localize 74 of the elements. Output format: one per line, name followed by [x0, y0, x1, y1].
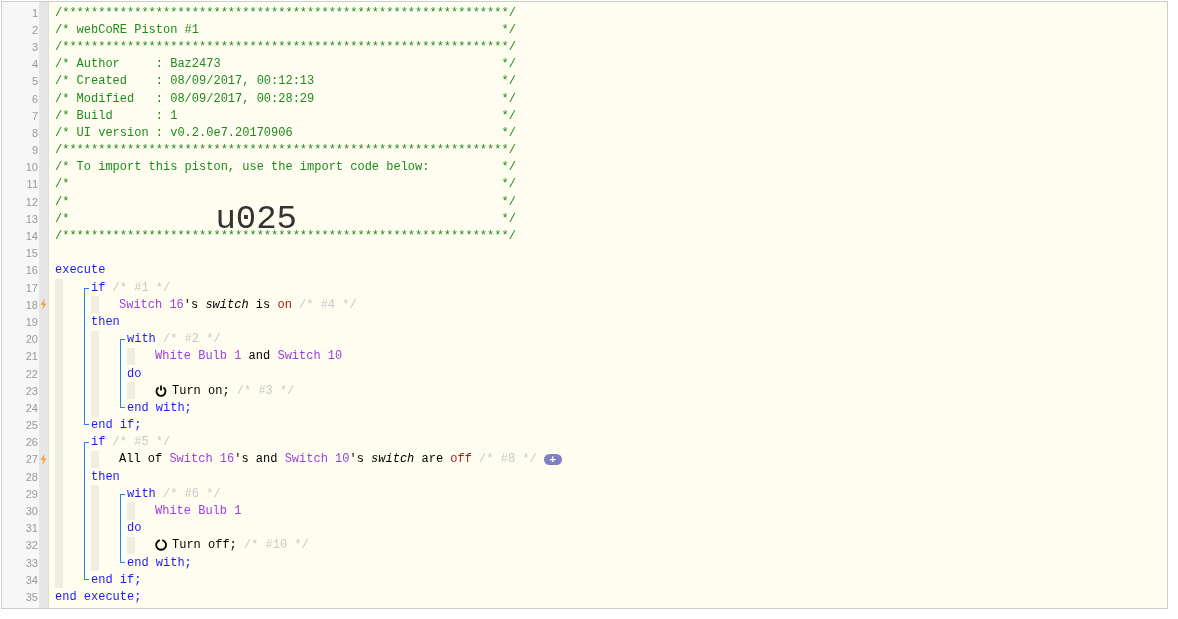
line-number: 17 [24, 281, 38, 294]
line-number: 14 [24, 230, 38, 243]
code-line: end if; [91, 418, 142, 433]
line-number: 35 [24, 590, 38, 603]
code-line: then [91, 469, 120, 484]
line-number: 25 [24, 419, 38, 432]
comment-line: /* [55, 194, 70, 209]
line-number: 29 [24, 487, 38, 500]
line-number: 10 [24, 161, 38, 174]
line-number: 23 [24, 384, 38, 397]
comment-line: /* [55, 211, 70, 226]
code-line: end with; [127, 555, 192, 570]
comment-line: /* Author : Baz2473 [55, 57, 221, 72]
line-number: 21 [24, 350, 38, 363]
line-number: 22 [24, 367, 38, 380]
comment-end: */ [501, 211, 517, 226]
comment-end: */ [501, 160, 517, 175]
code-line: do [127, 521, 142, 536]
comment-line: /**************************************************************/ [55, 5, 516, 20]
line-number: 34 [24, 573, 38, 586]
block-bracket [120, 339, 125, 408]
line-number: 30 [24, 505, 38, 518]
line-number: 5 [30, 75, 38, 88]
comment-end: */ [501, 74, 517, 89]
line-number: 31 [24, 522, 38, 535]
line-number: 6 [30, 92, 38, 105]
code-line: end with; [127, 400, 192, 415]
comment-line: /* UI version : v0.2.0e7.20170906 [55, 125, 293, 140]
line-number: 26 [24, 436, 38, 449]
comment-line: /* Modified : 08/09/2017, 00:28:29 [55, 91, 315, 106]
line-number: 2 [30, 23, 38, 36]
line-number: 15 [24, 247, 38, 260]
line-number: 8 [30, 126, 38, 139]
comment-end: */ [501, 177, 517, 192]
line-number: 20 [24, 333, 38, 346]
code-line: do [127, 366, 142, 381]
comment-line: /**************************************************************/ [55, 143, 516, 158]
line-number: 28 [24, 470, 38, 483]
code-line: end execute; [55, 589, 142, 604]
add-button[interactable]: + [543, 453, 562, 465]
code-line: White Bulb 1 and Switch 10 [155, 349, 343, 364]
comment-end: */ [501, 108, 517, 123]
line-number: 32 [24, 539, 38, 552]
comment-line: /* To import this piston, use the import code below: [55, 160, 430, 175]
line-number: 7 [30, 109, 38, 122]
comment-end: */ [501, 22, 517, 37]
line-number: 27 [24, 453, 38, 466]
comment-line: /* Created : 08/09/2017, 00:12:13 [55, 74, 315, 89]
comment-line: /* webCoRE Piston #1 [55, 22, 200, 37]
comment-end: */ [501, 91, 517, 106]
line-number: 19 [24, 315, 38, 328]
comment-end: */ [501, 194, 517, 209]
block-bracket [120, 493, 125, 563]
line-number: 3 [30, 40, 38, 53]
code-line: end if; [91, 572, 142, 587]
code-line: White Bulb 1 [155, 504, 242, 519]
line-number: 11 [25, 178, 38, 191]
comment-line: /**************************************************************/ [55, 39, 516, 54]
comment-end: */ [501, 125, 517, 140]
line-number: 24 [24, 401, 38, 414]
line-number: 18 [24, 298, 38, 311]
line-number: 1 [30, 6, 38, 19]
comment-line: /* [55, 177, 70, 192]
code-line: then [91, 314, 120, 329]
line-number: 16 [24, 264, 38, 277]
line-number: 4 [30, 58, 38, 71]
comment-line: /* Build : 1 [55, 108, 178, 123]
line-number: 13 [24, 212, 38, 225]
line-number: 12 [24, 195, 38, 208]
line-number: 9 [30, 144, 38, 157]
power-icon [155, 384, 167, 397]
line-number: 33 [24, 556, 38, 569]
code-line: execute [55, 263, 106, 278]
comment-end: */ [501, 57, 517, 72]
